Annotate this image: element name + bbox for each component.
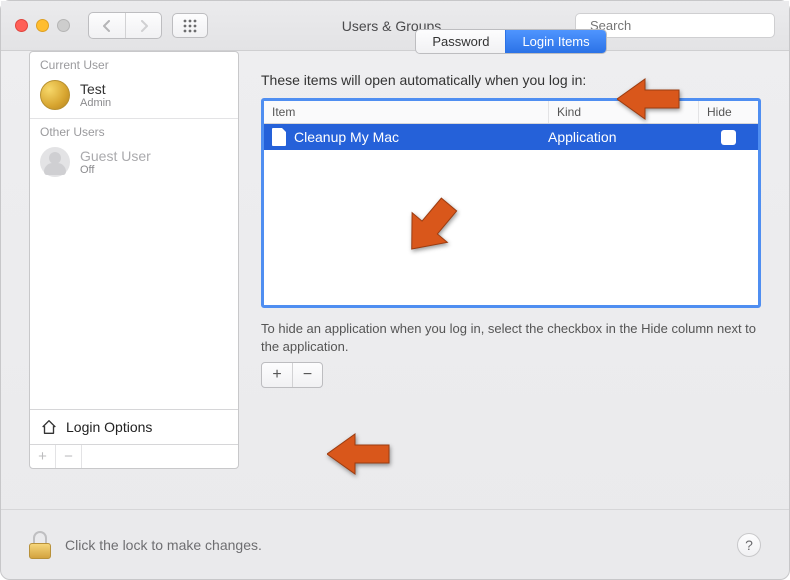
back-button[interactable] xyxy=(89,13,125,38)
close-icon[interactable] xyxy=(15,19,28,32)
user-name: Test xyxy=(80,81,111,97)
guest-avatar-icon xyxy=(40,147,70,177)
sidebar-add-button: + xyxy=(30,445,56,468)
window-controls xyxy=(15,19,70,32)
table-row[interactable]: Cleanup My Mac Application xyxy=(264,124,758,150)
login-items-description: These items will open automatically when… xyxy=(261,72,761,88)
preferences-window: Users & Groups Current User Test Admin O… xyxy=(0,0,790,580)
guest-name: Guest User xyxy=(80,148,151,164)
col-item[interactable]: Item xyxy=(264,101,548,123)
sidebar-remove-button: − xyxy=(56,445,82,468)
sidebar-header-other: Other Users xyxy=(30,119,238,141)
login-options-label: Login Options xyxy=(66,419,152,435)
hide-hint-text: To hide an application when you log in, … xyxy=(261,320,761,356)
document-icon xyxy=(272,128,286,146)
tab-password[interactable]: Password xyxy=(416,30,505,53)
tab-login-items[interactable]: Login Items xyxy=(505,30,605,53)
forward-button[interactable] xyxy=(125,13,161,38)
add-remove-buttons: + − xyxy=(261,362,323,388)
remove-item-button[interactable]: − xyxy=(292,363,322,387)
show-all-button[interactable] xyxy=(172,13,208,38)
row-name: Cleanup My Mac xyxy=(294,129,548,145)
zoom-icon xyxy=(57,19,70,32)
nav-back-forward xyxy=(88,12,162,39)
col-kind[interactable]: Kind xyxy=(548,101,698,123)
home-icon xyxy=(40,418,58,436)
lock-hint: Click the lock to make changes. xyxy=(65,537,723,553)
table-header: Item Kind Hide xyxy=(264,101,758,124)
users-sidebar: Current User Test Admin Other Users Gues… xyxy=(29,51,239,469)
footer: Click the lock to make changes. ? xyxy=(1,509,789,579)
tab-segment: Password Login Items xyxy=(415,29,606,54)
help-button[interactable]: ? xyxy=(737,533,761,557)
login-options-row[interactable]: Login Options xyxy=(30,409,238,444)
sidebar-current-user[interactable]: Test Admin xyxy=(30,74,238,118)
add-item-button[interactable]: + xyxy=(262,363,292,387)
sidebar-guest-user[interactable]: Guest User Off xyxy=(30,141,238,185)
sidebar-header-current: Current User xyxy=(30,52,238,74)
user-role: Admin xyxy=(80,97,111,109)
minimize-icon[interactable] xyxy=(36,19,49,32)
lock-icon[interactable] xyxy=(29,531,51,559)
main-pane: Password Login Items These items will op… xyxy=(261,21,761,469)
row-kind: Application xyxy=(548,129,698,145)
user-avatar-icon xyxy=(40,80,70,110)
hide-checkbox[interactable] xyxy=(721,130,736,145)
login-items-table: Item Kind Hide Cleanup My Mac Applicatio… xyxy=(261,98,761,308)
col-hide[interactable]: Hide xyxy=(698,101,758,123)
guest-status: Off xyxy=(80,164,151,176)
sidebar-add-remove: + − xyxy=(30,444,238,468)
